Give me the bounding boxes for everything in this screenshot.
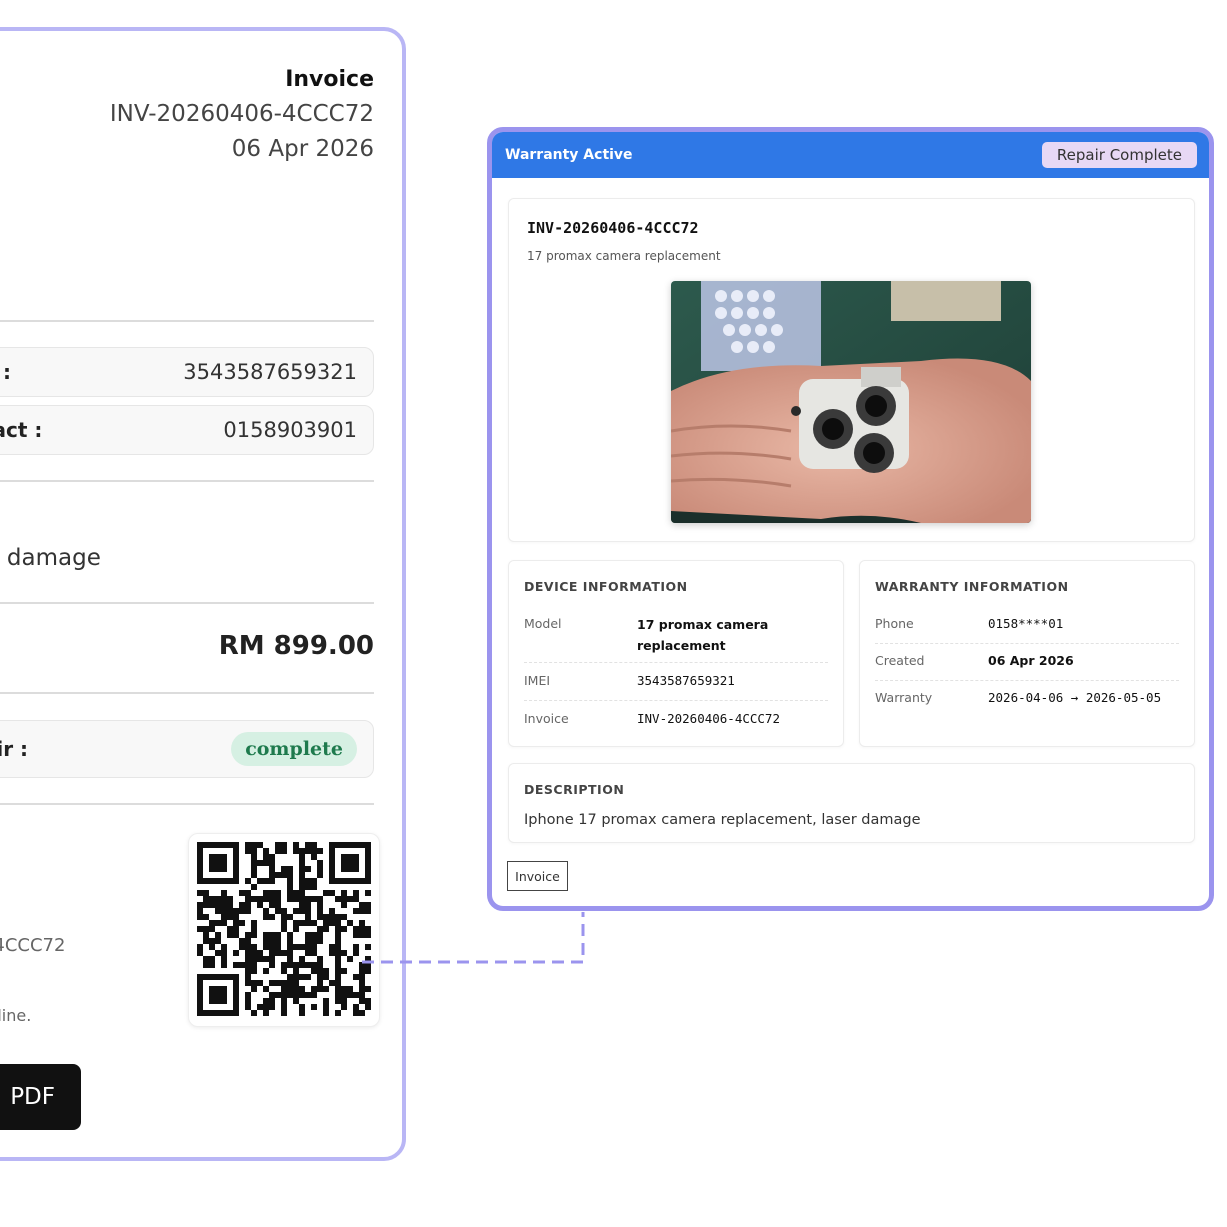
warranty-information-title: WARRANTY INFORMATION [875, 579, 1069, 594]
description-text: Iphone 17 promax camera replacement, las… [524, 812, 921, 828]
device-model-value: 17 promax camera replacement [637, 617, 769, 653]
warranty-phone-row: Phone 0158****01 [875, 616, 1179, 644]
device-model-label: Model [524, 616, 562, 631]
invoice-button[interactable]: Invoice [507, 861, 568, 891]
invoice-summary-description: 17 promax camera replacement [527, 249, 721, 263]
warranty-phone-value: 0158****01 [988, 616, 1064, 631]
invoice-button-label: Invoice [515, 868, 560, 884]
warranty-period-label: Warranty [875, 690, 933, 705]
device-imei-value: 3543587659321 [637, 673, 735, 688]
device-model-row: Model 17 promax camera replacement [524, 616, 828, 663]
device-invoice-value: INV-20260406-4CCC72 [637, 711, 780, 726]
warranty-created-row: Created 06 Apr 2026 [875, 653, 1179, 681]
device-information-title: DEVICE INFORMATION [524, 579, 688, 594]
description-title: DESCRIPTION [524, 782, 625, 797]
warranty-information-panel: WARRANTY INFORMATION Phone 0158****01 Cr… [859, 560, 1195, 747]
warranty-header: Warranty Active Repair Complete [492, 132, 1209, 178]
warranty-card: Warranty Active Repair Complete INV-2026… [487, 127, 1214, 911]
warranty-created-label: Created [875, 653, 925, 668]
device-invoice-row: Invoice INV-20260406-4CCC72 [524, 711, 828, 733]
device-information-panel: DEVICE INFORMATION Model 17 promax camer… [508, 560, 844, 747]
invoice-summary-panel: INV-20260406-4CCC72 17 promax camera rep… [508, 198, 1195, 542]
warranty-period-value: 2026-04-06 → 2026-05-05 [988, 690, 1162, 705]
warranty-phone-label: Phone [875, 616, 914, 631]
description-panel: DESCRIPTION Iphone 17 promax camera repl… [508, 763, 1195, 843]
device-invoice-label: Invoice [524, 711, 569, 726]
repair-complete-badge: Repair Complete [1041, 142, 1197, 168]
device-imei-label: IMEI [524, 673, 551, 688]
repair-photo[interactable] [671, 281, 1031, 523]
invoice-code: INV-20260406-4CCC72 [527, 219, 699, 237]
warranty-period-row: Warranty 2026-04-06 → 2026-05-05 [875, 690, 1179, 712]
camera-module-photo-icon [671, 281, 1031, 523]
device-imei-row: IMEI 3543587659321 [524, 673, 828, 701]
warranty-title: Warranty Active [505, 147, 633, 163]
warranty-created-value: 06 Apr 2026 [988, 653, 1074, 668]
